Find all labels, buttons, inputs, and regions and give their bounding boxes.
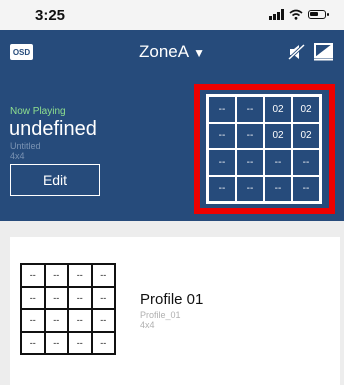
grid-cell[interactable]: 02 [292, 122, 320, 149]
profile-grid: -- -- -- -- -- -- -- -- -- -- -- -- -- -… [20, 263, 116, 355]
status-time: 3:25 [35, 7, 66, 24]
grid-cell[interactable]: -- [292, 149, 320, 176]
grid-cell[interactable]: -- [292, 175, 320, 202]
grid-cell: -- [44, 331, 68, 354]
status-icons [269, 9, 329, 20]
grid-cell[interactable]: -- [236, 96, 264, 123]
grid-cell[interactable]: -- [264, 149, 292, 176]
zone-name: ZoneA [139, 42, 190, 61]
grid-cell: -- [68, 331, 92, 354]
grid-cell: -- [91, 264, 115, 287]
grid-cell[interactable]: -- [208, 175, 236, 202]
grid-cell[interactable]: 02 [264, 96, 292, 123]
grid-cell: -- [91, 286, 115, 309]
status-bar: 3:25 [0, 0, 344, 30]
grid-cell[interactable]: -- [208, 149, 236, 176]
now-playing-title: undefined [9, 118, 97, 140]
caret-down-icon: ▼ [193, 46, 205, 60]
battery-icon [308, 10, 329, 19]
grid-cell: -- [91, 331, 115, 354]
now-playing-grid[interactable]: -- -- 02 02 -- -- 02 02 -- -- -- -- -- -… [206, 94, 322, 204]
grid-cell: -- [68, 264, 92, 287]
grid-cell[interactable]: -- [236, 149, 264, 176]
grid-cell: -- [21, 264, 45, 287]
now-playing-name: Untitled [10, 141, 41, 151]
profile-layout: 4x4 [140, 320, 155, 330]
grid-cell: -- [21, 309, 45, 332]
grid-cell[interactable]: -- [208, 122, 236, 149]
now-playing-layout: 4x4 [10, 151, 25, 161]
now-playing-label: Now Playing [10, 106, 66, 117]
screen-off-icon[interactable] [314, 43, 334, 61]
grid-cell: -- [44, 309, 68, 332]
grid-cell[interactable]: 02 [292, 96, 320, 123]
now-playing-subtitle: Untitled 4x4 [10, 141, 41, 161]
grid-cell[interactable]: 02 [264, 122, 292, 149]
edit-button[interactable]: Edit [10, 164, 100, 196]
mute-icon[interactable] [288, 44, 306, 60]
grid-cell[interactable]: -- [208, 96, 236, 123]
signal-icon [269, 9, 284, 20]
grid-cell: -- [91, 309, 115, 332]
grid-cell: -- [44, 286, 68, 309]
profile-title: Profile 01 [140, 291, 204, 308]
wifi-icon [289, 9, 303, 20]
profile-name: Profile_01 [140, 310, 181, 320]
profile-subtitle: Profile_01 4x4 [140, 310, 181, 330]
grid-cell: -- [68, 286, 92, 309]
grid-cell[interactable]: -- [264, 175, 292, 202]
grid-cell: -- [44, 264, 68, 287]
grid-cell: -- [21, 286, 45, 309]
profile-card[interactable]: -- -- -- -- -- -- -- -- -- -- -- -- -- -… [10, 237, 340, 385]
grid-cell[interactable]: -- [236, 122, 264, 149]
grid-cell[interactable]: -- [236, 175, 264, 202]
grid-cell: -- [68, 309, 92, 332]
grid-cell: -- [21, 331, 45, 354]
